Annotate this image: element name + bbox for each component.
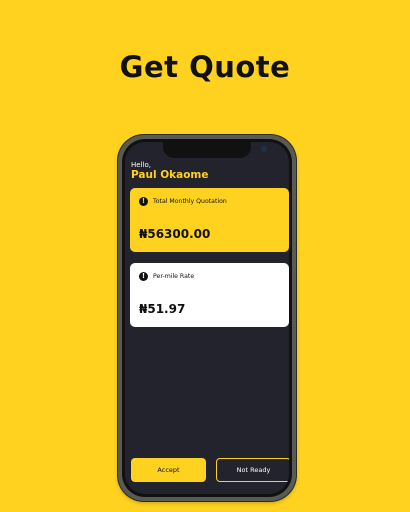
card-label: Total Monthly Quotation (153, 198, 227, 205)
camera-icon (261, 146, 267, 152)
info-icon: ! (139, 197, 148, 206)
info-icon: ! (139, 272, 148, 281)
per-mile-rate-card: ! Per-mile Rate ₦51.97 (130, 263, 289, 327)
monthly-quotation-value: ₦56300.00 (139, 227, 211, 241)
monthly-quotation-card: ! Total Monthly Quotation ₦56300.00 (130, 188, 289, 252)
card-header: ! Per-mile Rate (139, 272, 194, 281)
phone-bezel: Hello, Paul Okaome ! Total Monthly Quota… (122, 139, 292, 497)
not-ready-button[interactable]: Not Ready (216, 458, 289, 482)
card-label: Per-mile Rate (153, 273, 195, 280)
phone-notch (163, 142, 267, 158)
greeting-text: Hello, (131, 161, 151, 169)
app-screen: Hello, Paul Okaome ! Total Monthly Quota… (125, 142, 289, 494)
page-headline: Get Quote (119, 50, 291, 84)
card-header: ! Total Monthly Quotation (139, 197, 227, 206)
per-mile-rate-value: ₦51.97 (139, 302, 186, 316)
user-name: Paul Okaome (131, 169, 209, 181)
phone-frame: Hello, Paul Okaome ! Total Monthly Quota… (118, 135, 296, 501)
accept-button[interactable]: Accept (131, 458, 206, 482)
